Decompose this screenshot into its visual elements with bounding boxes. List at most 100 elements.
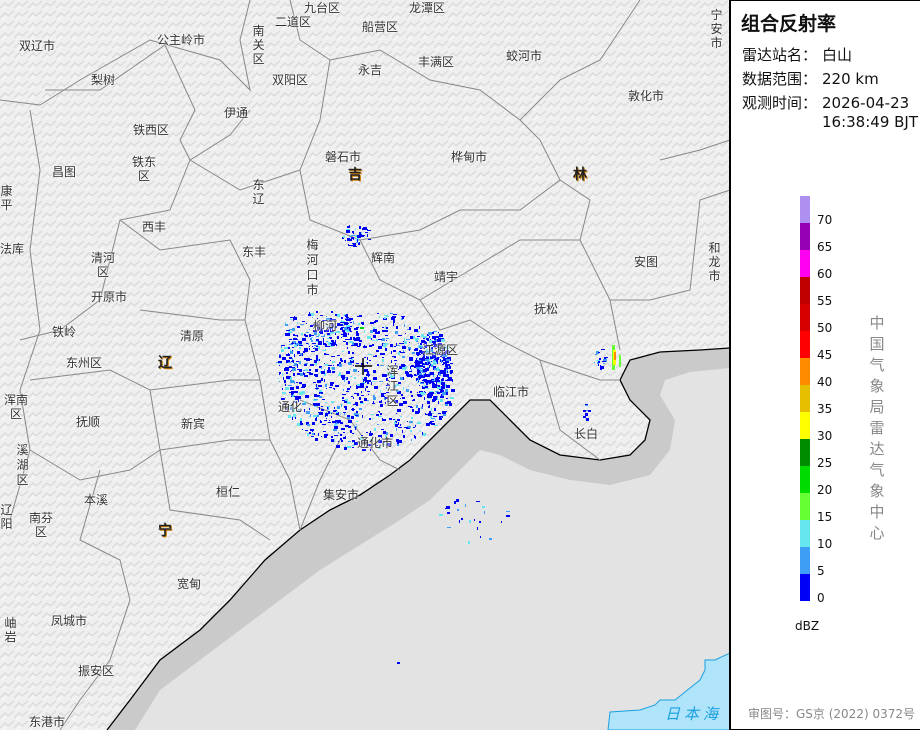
echo-pixel bbox=[383, 345, 386, 347]
echo-pixel bbox=[311, 337, 313, 338]
echo-pixel bbox=[445, 361, 449, 363]
echo-pixel bbox=[425, 413, 426, 415]
echo-pixel bbox=[423, 433, 426, 436]
place-label: 抚松 bbox=[534, 302, 559, 316]
echo-pixel bbox=[399, 403, 403, 406]
echo-pixel bbox=[367, 400, 369, 401]
echo-pixel bbox=[299, 369, 302, 372]
echo-pixel bbox=[437, 367, 439, 369]
echo-pixel bbox=[459, 520, 460, 523]
echo-pixel bbox=[341, 440, 343, 442]
echo-pixel bbox=[347, 317, 348, 319]
place-label: 梅河口市 bbox=[306, 238, 319, 297]
echo-pixel bbox=[380, 404, 383, 406]
echo-pixel bbox=[420, 370, 423, 372]
echo-pixel bbox=[432, 361, 436, 362]
echo-pixel bbox=[428, 388, 429, 389]
place-label: 通化市 bbox=[357, 436, 394, 450]
echo-pixel bbox=[393, 314, 397, 315]
echo-pixel bbox=[435, 378, 439, 381]
echo-pixel bbox=[377, 313, 379, 314]
echo-pixel bbox=[364, 357, 366, 358]
echo-pixel bbox=[468, 541, 470, 544]
echo-pixel bbox=[300, 423, 303, 425]
province-label: 吉 bbox=[348, 167, 362, 183]
echo-pixel bbox=[447, 371, 448, 373]
echo-pixel bbox=[382, 359, 384, 362]
echo-pixel bbox=[316, 384, 317, 387]
echo-pixel bbox=[288, 362, 291, 363]
echo-pixel bbox=[312, 422, 315, 425]
echo-pixel bbox=[314, 347, 315, 349]
echo-pixel bbox=[289, 339, 292, 340]
time-clock: 16:38:49 BJT bbox=[822, 113, 919, 131]
echo-pixel bbox=[315, 341, 318, 342]
echo-pixel bbox=[328, 411, 330, 414]
echo-pixel bbox=[325, 413, 328, 416]
echo-pixel bbox=[438, 332, 439, 333]
echo-pixel bbox=[369, 433, 373, 435]
echo-pixel bbox=[400, 398, 401, 399]
echo-pixel bbox=[423, 338, 425, 339]
color-bar-segment bbox=[800, 547, 810, 574]
echo-pixel bbox=[333, 388, 334, 389]
color-bar-tick: 20 bbox=[817, 483, 833, 497]
color-bar-tick: 70 bbox=[817, 213, 833, 227]
echo-pixel bbox=[439, 338, 442, 339]
echo-pixel bbox=[309, 348, 310, 350]
echo-pixel bbox=[382, 330, 384, 332]
echo-pixel bbox=[352, 231, 354, 233]
echo-pixel bbox=[426, 383, 428, 384]
echo-pixel bbox=[353, 365, 354, 366]
echo-pixel bbox=[373, 335, 376, 338]
echo-pixel bbox=[427, 400, 428, 401]
echo-pixel bbox=[369, 345, 372, 347]
echo-pixel bbox=[325, 384, 327, 387]
echo-pixel bbox=[452, 381, 453, 382]
echo-pixel bbox=[285, 387, 289, 390]
echo-pixel bbox=[360, 327, 364, 329]
echo-pixel bbox=[393, 323, 394, 326]
echo-pixel bbox=[381, 429, 384, 430]
place-label: 桦甸市 bbox=[451, 150, 488, 164]
echo-pixel bbox=[351, 357, 354, 358]
echo-pixel bbox=[288, 353, 289, 356]
echo-pixel bbox=[402, 346, 406, 349]
echo-pixel bbox=[320, 315, 323, 316]
echo-pixel bbox=[585, 404, 588, 405]
echo-pixel bbox=[429, 383, 431, 384]
echo-pixel bbox=[401, 352, 405, 353]
echo-pixel bbox=[367, 362, 368, 364]
echo-pixel bbox=[395, 331, 398, 334]
echo-pixel bbox=[282, 392, 286, 394]
echo-pixel bbox=[279, 365, 280, 366]
echo-pixel bbox=[349, 318, 353, 320]
echo-pixel bbox=[303, 351, 305, 353]
place-label: 蛟河市 bbox=[506, 49, 543, 63]
echo-pixel bbox=[319, 390, 322, 392]
echo-pixel bbox=[286, 372, 288, 374]
place-label: 靖宇 bbox=[434, 270, 459, 284]
echo-pixel bbox=[361, 395, 364, 396]
time-date: 2026-04-23 bbox=[822, 94, 910, 112]
echo-pixel bbox=[446, 398, 448, 399]
echo-pixel bbox=[384, 317, 386, 319]
echo-pixel bbox=[415, 363, 417, 364]
echo-pixel bbox=[352, 447, 354, 448]
echo-pixel bbox=[289, 329, 292, 330]
place-label: 桓仁 bbox=[216, 485, 241, 499]
echo-pixel bbox=[297, 369, 299, 370]
echo-pixel bbox=[426, 423, 430, 426]
echo-pixel bbox=[316, 417, 317, 419]
echo-pixel bbox=[403, 387, 404, 390]
color-bar-tick: 45 bbox=[817, 348, 833, 362]
place-label: 铁岭 bbox=[52, 325, 77, 339]
echo-pixel bbox=[426, 338, 429, 340]
radar-map[interactable]: 吉 林 辽 宁 日本海 双辽市 公主岭市 九台区 二道区 南关区 双阳区 梨树 … bbox=[0, 0, 730, 730]
echo-pixel bbox=[313, 415, 317, 417]
echo-pixel bbox=[346, 325, 350, 327]
echo-pixel bbox=[381, 340, 383, 341]
echo-pixel bbox=[293, 320, 294, 321]
echo-pixel bbox=[434, 363, 436, 365]
echo-pixel bbox=[322, 399, 325, 400]
